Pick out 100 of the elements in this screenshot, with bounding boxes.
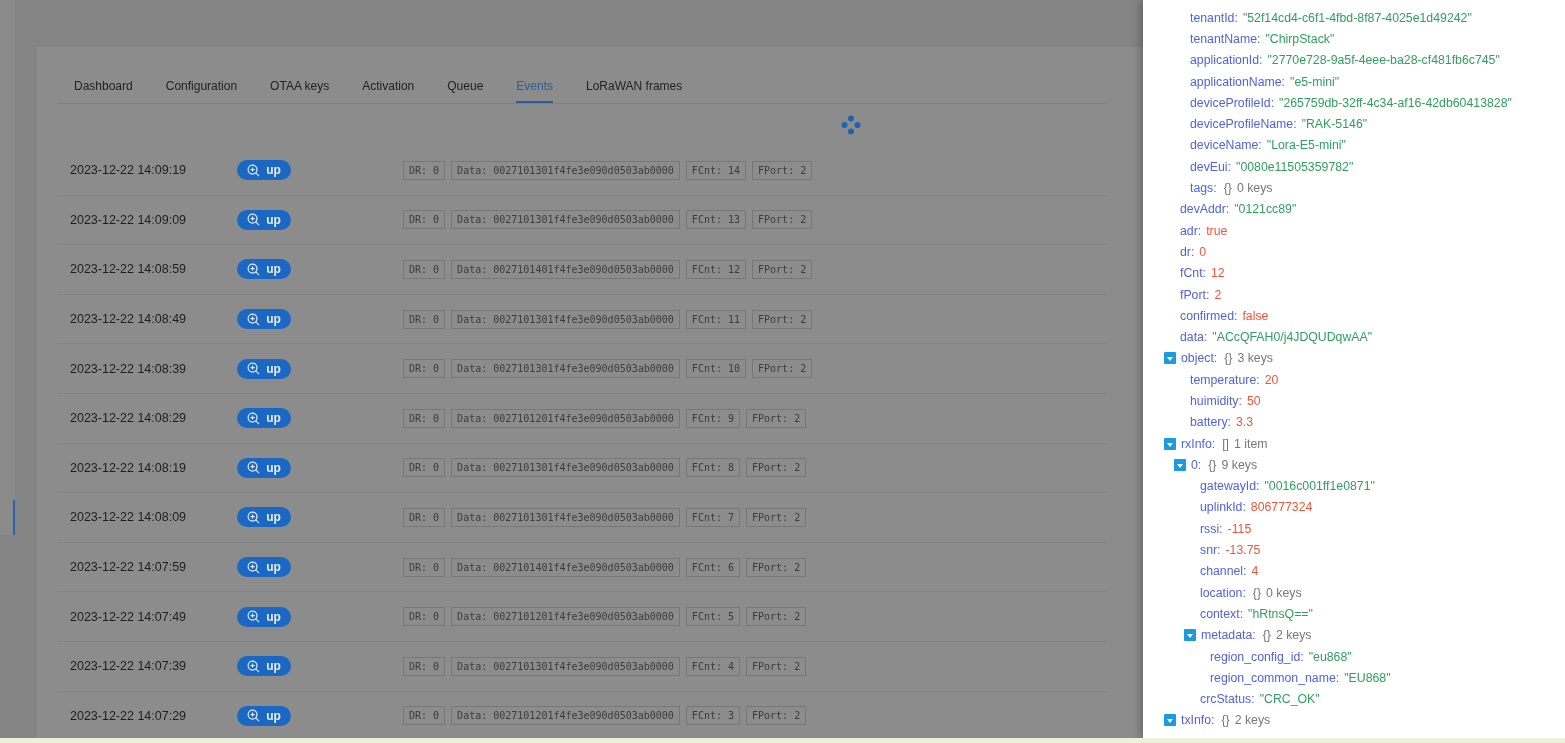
event-tag: DR: 0 [403,507,446,527]
json-brackets: {} [1262,628,1271,643]
event-tag: FCnt: 11 [685,309,747,329]
json-key: fPort: [1180,287,1210,302]
collapse-toggle-icon[interactable] [1174,458,1186,471]
event-type-button[interactable]: up [237,358,291,379]
event-tag: Data: 0027101201f4fe3e090d0503ab0000 [451,408,680,428]
event-tag: DR: 0 [403,607,446,627]
event-time: 2023-12-22 14:07:49 [69,609,188,624]
json-value: "CRC_OK" [1259,692,1320,707]
event-tag: Data: 0027101301f4fe3e090d0503ab0000 [451,507,680,527]
tab[interactable]: Activation [362,77,415,103]
json-value: "0121cc89" [1234,202,1297,217]
json-value: "ACcQFAH0/j4JDQUDqwAA" [1212,330,1373,345]
json-key: deviceProfileId: [1190,95,1275,110]
event-type-button[interactable]: up [237,259,291,280]
tab[interactable]: OTAA keys [270,77,330,103]
zoom-in-icon [247,411,261,425]
event-time: 2023-12-22 14:09:19 [69,163,188,178]
tab[interactable]: Dashboard [74,77,133,103]
json-value: "0016c001ff1e0871" [1264,479,1375,494]
event-tag: FPort: 2 [746,607,807,627]
event-tag: FCnt: 14 [685,160,747,180]
json-brackets: {} [1223,181,1232,195]
json-key: context: [1200,606,1244,621]
collapse-toggle-icon[interactable] [1184,629,1196,642]
json-key: channel: [1200,564,1247,579]
json-key: temperature: [1190,372,1260,387]
json-value: 50 [1246,394,1261,408]
tab[interactable]: Configuration [165,77,238,103]
event-time: 2023-12-22 14:08:09 [69,510,188,525]
loading-spinner-icon [841,115,861,135]
event-tag: DR: 0 [403,260,446,279]
zoom-in-icon [247,213,261,227]
json-key: metadata: [1201,628,1256,643]
json-key: region_common_name: [1210,670,1340,685]
event-tag: FCnt: 8 [685,458,740,478]
event-type-button[interactable]: up [237,557,291,578]
event-time: 2023-12-22 14:08:19 [69,460,188,475]
event-tag: FCnt: 9 [685,408,740,428]
event-tag: FPort: 2 [752,359,813,379]
json-key: region_config_id: [1210,649,1304,664]
tab[interactable]: LoRaWAN frames [586,77,683,103]
event-tag: FPort: 2 [746,458,807,478]
event-type-button[interactable]: up [237,606,291,627]
json-value: "RAK-5146" [1301,117,1368,132]
event-tag: FCnt: 12 [685,260,747,279]
json-key: deviceName: [1190,138,1262,153]
zoom-in-icon [247,163,261,177]
zoom-in-icon [247,461,261,475]
event-tag: FPort: 2 [746,706,807,726]
json-key: huimidity: [1190,394,1242,408]
json-key: confirmed: [1180,308,1238,323]
event-type-button[interactable]: up [237,457,291,478]
json-value: -115 [1227,521,1252,536]
event-tag: FPort: 2 [752,210,813,230]
event-tag: DR: 0 [403,359,446,379]
json-value: 2 [1214,287,1222,302]
json-item-count: 0 keys [1266,585,1302,600]
event-time: 2023-12-22 14:07:39 [69,659,188,674]
json-item-count: 2 keys [1275,628,1312,643]
event-type-button[interactable]: up [237,209,291,230]
json-key: snr: [1200,543,1221,558]
event-type-button[interactable]: up [237,309,291,330]
json-value: 20 [1264,372,1279,387]
collapse-toggle-icon[interactable] [1164,714,1176,727]
event-tag: FPort: 2 [752,309,813,329]
json-value: "e5-mini" [1290,74,1340,89]
event-tag: DR: 0 [403,557,446,577]
event-time: 2023-12-22 14:07:59 [69,560,188,575]
json-key: dr: [1180,244,1195,259]
zoom-in-icon [247,510,261,524]
json-key: object: [1181,351,1218,366]
json-value: "ChirpStack" [1265,31,1335,46]
event-type-button[interactable]: up [237,408,291,429]
menu-selection-marker [13,500,15,535]
json-value: "2770e728-9a5f-4eee-ba28-cf481fb6c745" [1267,53,1500,68]
event-time: 2023-12-22 14:08:29 [69,411,188,426]
json-key: rxInfo: [1181,436,1216,451]
collapse-toggle-icon[interactable] [1164,352,1176,365]
event-time: 2023-12-22 14:08:39 [69,361,188,376]
tab[interactable]: Queue [447,77,484,103]
json-item-count: 3 keys [1237,351,1273,366]
json-key: gatewayId: [1200,479,1260,494]
event-type-button[interactable]: up [237,656,291,677]
json-value: "EU868" [1344,670,1391,685]
event-type-button[interactable]: up [237,705,291,726]
event-tag: FCnt: 3 [685,706,740,726]
json-brackets: {} [1208,457,1217,472]
json-key: 0: [1191,457,1202,472]
event-type-button[interactable]: up [237,507,291,528]
event-type-button[interactable]: up [237,160,291,181]
json-item-count: 1 item [1234,436,1268,451]
event-time: 2023-12-22 14:07:29 [69,708,188,723]
json-item-count: 2 keys [1234,713,1271,728]
zoom-in-icon [247,610,261,624]
event-tag: DR: 0 [403,160,446,180]
collapse-toggle-icon[interactable] [1164,437,1176,450]
json-key: tenantName: [1190,31,1261,46]
json-key: location: [1200,585,1246,600]
